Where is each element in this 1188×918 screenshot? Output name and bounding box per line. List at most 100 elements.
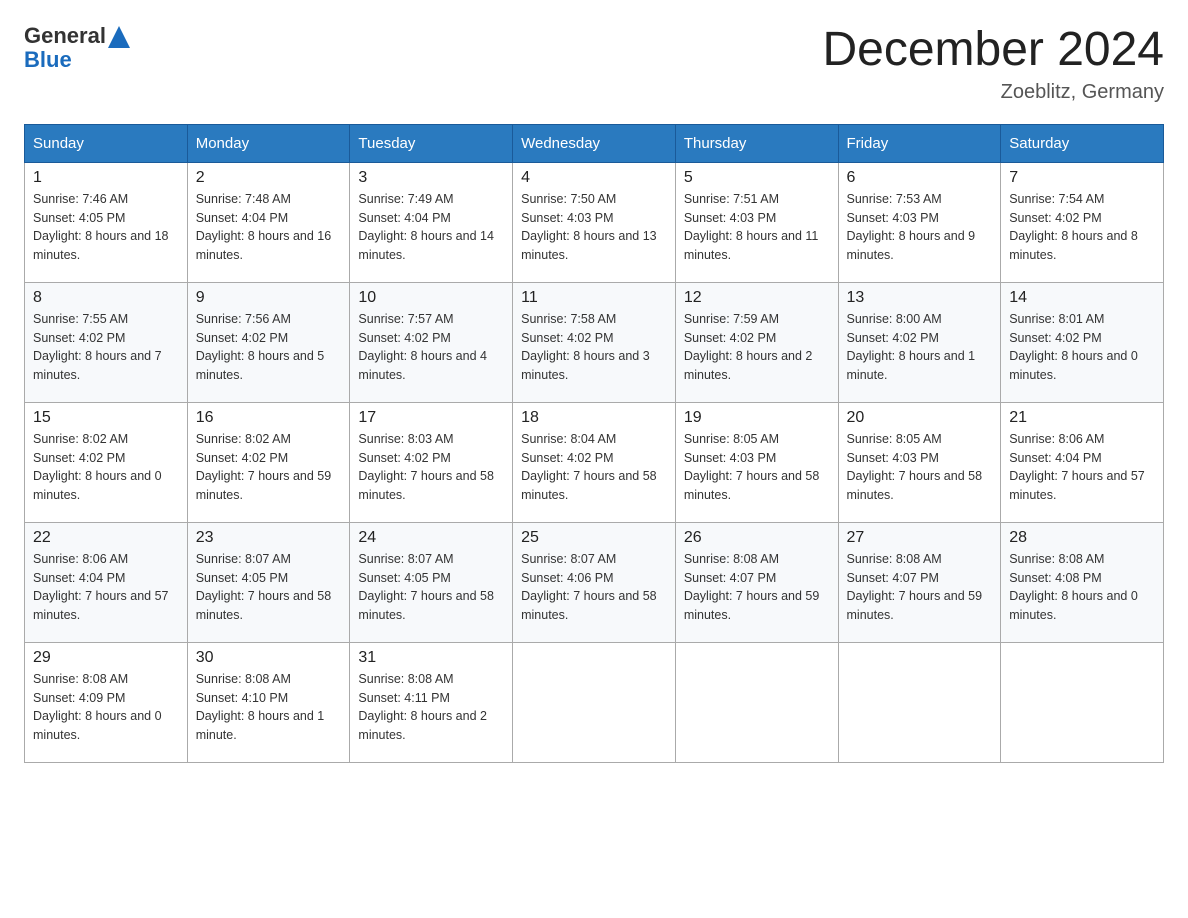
day-number: 4 bbox=[521, 169, 667, 187]
week-row-3: 15 Sunrise: 8:02 AMSunset: 4:02 PMDaylig… bbox=[25, 402, 1164, 522]
calendar-cell: 31 Sunrise: 8:08 AMSunset: 4:11 PMDaylig… bbox=[350, 642, 513, 762]
calendar-cell: 22 Sunrise: 8:06 AMSunset: 4:04 PMDaylig… bbox=[25, 522, 188, 642]
day-info: Sunrise: 7:55 AMSunset: 4:02 PMDaylight:… bbox=[33, 310, 179, 385]
logo-triangle-icon bbox=[108, 26, 130, 48]
week-row-4: 22 Sunrise: 8:06 AMSunset: 4:04 PMDaylig… bbox=[25, 522, 1164, 642]
day-info: Sunrise: 7:51 AMSunset: 4:03 PMDaylight:… bbox=[684, 190, 830, 265]
calendar-cell: 8 Sunrise: 7:55 AMSunset: 4:02 PMDayligh… bbox=[25, 282, 188, 402]
calendar-cell: 7 Sunrise: 7:54 AMSunset: 4:02 PMDayligh… bbox=[1001, 162, 1164, 282]
calendar-cell: 19 Sunrise: 8:05 AMSunset: 4:03 PMDaylig… bbox=[675, 402, 838, 522]
calendar-cell: 12 Sunrise: 7:59 AMSunset: 4:02 PMDaylig… bbox=[675, 282, 838, 402]
calendar-cell bbox=[1001, 642, 1164, 762]
day-info: Sunrise: 8:08 AMSunset: 4:07 PMDaylight:… bbox=[684, 550, 830, 625]
day-info: Sunrise: 8:07 AMSunset: 4:06 PMDaylight:… bbox=[521, 550, 667, 625]
calendar-cell: 6 Sunrise: 7:53 AMSunset: 4:03 PMDayligh… bbox=[838, 162, 1001, 282]
day-info: Sunrise: 7:46 AMSunset: 4:05 PMDaylight:… bbox=[33, 190, 179, 265]
day-info: Sunrise: 7:54 AMSunset: 4:02 PMDaylight:… bbox=[1009, 190, 1155, 265]
day-number: 16 bbox=[196, 409, 342, 427]
day-number: 20 bbox=[847, 409, 993, 427]
weekday-header-tuesday: Tuesday bbox=[350, 124, 513, 162]
day-number: 23 bbox=[196, 529, 342, 547]
day-info: Sunrise: 8:03 AMSunset: 4:02 PMDaylight:… bbox=[358, 430, 504, 505]
day-info: Sunrise: 8:05 AMSunset: 4:03 PMDaylight:… bbox=[847, 430, 993, 505]
calendar-cell: 18 Sunrise: 8:04 AMSunset: 4:02 PMDaylig… bbox=[513, 402, 676, 522]
day-number: 29 bbox=[33, 649, 179, 667]
calendar-cell: 20 Sunrise: 8:05 AMSunset: 4:03 PMDaylig… bbox=[838, 402, 1001, 522]
weekday-header-saturday: Saturday bbox=[1001, 124, 1164, 162]
day-number: 17 bbox=[358, 409, 504, 427]
day-number: 11 bbox=[521, 289, 667, 307]
subtitle: Zoeblitz, Germany bbox=[822, 81, 1164, 104]
week-row-5: 29 Sunrise: 8:08 AMSunset: 4:09 PMDaylig… bbox=[25, 642, 1164, 762]
day-info: Sunrise: 8:08 AMSunset: 4:07 PMDaylight:… bbox=[847, 550, 993, 625]
day-info: Sunrise: 8:04 AMSunset: 4:02 PMDaylight:… bbox=[521, 430, 667, 505]
calendar-cell: 5 Sunrise: 7:51 AMSunset: 4:03 PMDayligh… bbox=[675, 162, 838, 282]
day-number: 22 bbox=[33, 529, 179, 547]
day-info: Sunrise: 7:59 AMSunset: 4:02 PMDaylight:… bbox=[684, 310, 830, 385]
title-section: December 2024 Zoeblitz, Germany bbox=[822, 24, 1164, 104]
day-number: 24 bbox=[358, 529, 504, 547]
weekday-header-row: SundayMondayTuesdayWednesdayThursdayFrid… bbox=[25, 124, 1164, 162]
calendar-cell bbox=[513, 642, 676, 762]
calendar-cell bbox=[675, 642, 838, 762]
day-number: 19 bbox=[684, 409, 830, 427]
logo-general-text: General bbox=[24, 24, 106, 48]
calendar-cell: 15 Sunrise: 8:02 AMSunset: 4:02 PMDaylig… bbox=[25, 402, 188, 522]
day-number: 14 bbox=[1009, 289, 1155, 307]
day-info: Sunrise: 8:07 AMSunset: 4:05 PMDaylight:… bbox=[358, 550, 504, 625]
calendar-cell: 25 Sunrise: 8:07 AMSunset: 4:06 PMDaylig… bbox=[513, 522, 676, 642]
day-info: Sunrise: 8:02 AMSunset: 4:02 PMDaylight:… bbox=[33, 430, 179, 505]
calendar-cell: 11 Sunrise: 7:58 AMSunset: 4:02 PMDaylig… bbox=[513, 282, 676, 402]
day-number: 9 bbox=[196, 289, 342, 307]
day-number: 10 bbox=[358, 289, 504, 307]
day-number: 28 bbox=[1009, 529, 1155, 547]
day-number: 21 bbox=[1009, 409, 1155, 427]
calendar-cell: 10 Sunrise: 7:57 AMSunset: 4:02 PMDaylig… bbox=[350, 282, 513, 402]
weekday-header-friday: Friday bbox=[838, 124, 1001, 162]
day-number: 12 bbox=[684, 289, 830, 307]
calendar-cell: 9 Sunrise: 7:56 AMSunset: 4:02 PMDayligh… bbox=[187, 282, 350, 402]
weekday-header-sunday: Sunday bbox=[25, 124, 188, 162]
day-number: 3 bbox=[358, 169, 504, 187]
page-header: General Blue December 2024 Zoeblitz, Ger… bbox=[24, 24, 1164, 104]
calendar-cell: 14 Sunrise: 8:01 AMSunset: 4:02 PMDaylig… bbox=[1001, 282, 1164, 402]
day-number: 6 bbox=[847, 169, 993, 187]
day-info: Sunrise: 8:07 AMSunset: 4:05 PMDaylight:… bbox=[196, 550, 342, 625]
day-number: 25 bbox=[521, 529, 667, 547]
calendar-cell: 1 Sunrise: 7:46 AMSunset: 4:05 PMDayligh… bbox=[25, 162, 188, 282]
day-info: Sunrise: 7:58 AMSunset: 4:02 PMDaylight:… bbox=[521, 310, 667, 385]
calendar-cell: 2 Sunrise: 7:48 AMSunset: 4:04 PMDayligh… bbox=[187, 162, 350, 282]
logo-blue-text: Blue bbox=[24, 47, 72, 72]
day-info: Sunrise: 7:57 AMSunset: 4:02 PMDaylight:… bbox=[358, 310, 504, 385]
calendar-cell: 21 Sunrise: 8:06 AMSunset: 4:04 PMDaylig… bbox=[1001, 402, 1164, 522]
day-info: Sunrise: 8:02 AMSunset: 4:02 PMDaylight:… bbox=[196, 430, 342, 505]
day-number: 1 bbox=[33, 169, 179, 187]
day-info: Sunrise: 8:01 AMSunset: 4:02 PMDaylight:… bbox=[1009, 310, 1155, 385]
day-number: 8 bbox=[33, 289, 179, 307]
week-row-1: 1 Sunrise: 7:46 AMSunset: 4:05 PMDayligh… bbox=[25, 162, 1164, 282]
day-number: 2 bbox=[196, 169, 342, 187]
calendar-cell: 3 Sunrise: 7:49 AMSunset: 4:04 PMDayligh… bbox=[350, 162, 513, 282]
day-info: Sunrise: 8:06 AMSunset: 4:04 PMDaylight:… bbox=[1009, 430, 1155, 505]
calendar-table: SundayMondayTuesdayWednesdayThursdayFrid… bbox=[24, 124, 1164, 763]
calendar-cell: 17 Sunrise: 8:03 AMSunset: 4:02 PMDaylig… bbox=[350, 402, 513, 522]
page-title: December 2024 bbox=[822, 24, 1164, 77]
day-info: Sunrise: 8:05 AMSunset: 4:03 PMDaylight:… bbox=[684, 430, 830, 505]
day-info: Sunrise: 8:08 AMSunset: 4:09 PMDaylight:… bbox=[33, 670, 179, 745]
day-number: 31 bbox=[358, 649, 504, 667]
day-info: Sunrise: 7:53 AMSunset: 4:03 PMDaylight:… bbox=[847, 190, 993, 265]
day-number: 30 bbox=[196, 649, 342, 667]
day-info: Sunrise: 8:00 AMSunset: 4:02 PMDaylight:… bbox=[847, 310, 993, 385]
day-number: 26 bbox=[684, 529, 830, 547]
day-info: Sunrise: 7:50 AMSunset: 4:03 PMDaylight:… bbox=[521, 190, 667, 265]
day-info: Sunrise: 7:56 AMSunset: 4:02 PMDaylight:… bbox=[196, 310, 342, 385]
calendar-cell: 28 Sunrise: 8:08 AMSunset: 4:08 PMDaylig… bbox=[1001, 522, 1164, 642]
calendar-cell: 4 Sunrise: 7:50 AMSunset: 4:03 PMDayligh… bbox=[513, 162, 676, 282]
calendar-cell: 16 Sunrise: 8:02 AMSunset: 4:02 PMDaylig… bbox=[187, 402, 350, 522]
calendar-cell: 23 Sunrise: 8:07 AMSunset: 4:05 PMDaylig… bbox=[187, 522, 350, 642]
day-number: 13 bbox=[847, 289, 993, 307]
day-info: Sunrise: 8:06 AMSunset: 4:04 PMDaylight:… bbox=[33, 550, 179, 625]
day-info: Sunrise: 7:48 AMSunset: 4:04 PMDaylight:… bbox=[196, 190, 342, 265]
week-row-2: 8 Sunrise: 7:55 AMSunset: 4:02 PMDayligh… bbox=[25, 282, 1164, 402]
calendar-cell: 30 Sunrise: 8:08 AMSunset: 4:10 PMDaylig… bbox=[187, 642, 350, 762]
